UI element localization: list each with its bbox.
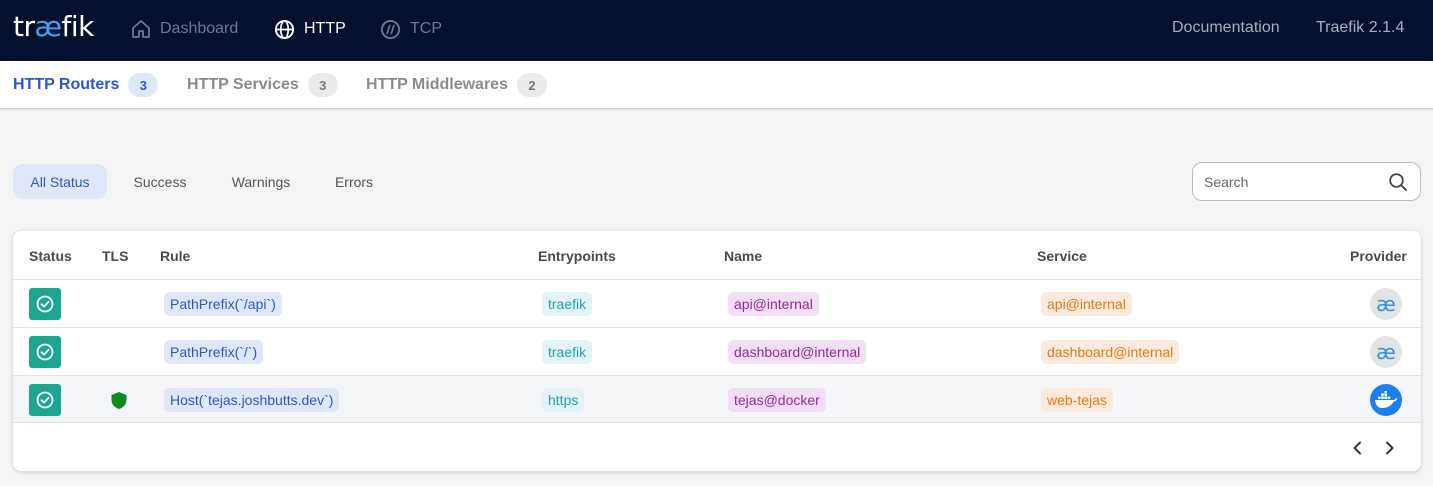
documentation-link[interactable]: Documentation bbox=[1172, 19, 1280, 37]
search-input[interactable] bbox=[1204, 172, 1384, 192]
version-label: Traefik 2.1.4 bbox=[1316, 19, 1405, 36]
traefik-logo[interactable]: træfik bbox=[13, 10, 94, 43]
service-chip: api@internal bbox=[1041, 292, 1132, 316]
header-status[interactable]: Status bbox=[29, 248, 72, 264]
header-entrypoints[interactable]: Entrypoints bbox=[538, 248, 616, 264]
router-name-chip: dashboard@internal bbox=[728, 340, 867, 364]
table-row[interactable]: Host(`tejas.joshbutts.dev`) https tejas@… bbox=[13, 375, 1421, 423]
success-status-icon bbox=[29, 336, 61, 368]
chevron-right-icon bbox=[1386, 441, 1394, 455]
home-icon bbox=[132, 20, 150, 38]
tls-shield-icon bbox=[110, 391, 128, 415]
header-service[interactable]: Service bbox=[1037, 248, 1087, 264]
top-navbar: træfik Dashboard HTTP TCP Documentation … bbox=[0, 0, 1433, 61]
success-status-icon bbox=[29, 288, 61, 320]
previous-page-button[interactable] bbox=[1347, 438, 1367, 458]
nav-http[interactable]: HTTP bbox=[274, 17, 346, 41]
rule-chip: PathPrefix(`/api`) bbox=[164, 292, 282, 316]
entrypoint-chip: traefik bbox=[542, 292, 593, 316]
entrypoint-chip: traefik bbox=[542, 340, 593, 364]
rule-chip: Host(`tejas.joshbutts.dev`) bbox=[164, 388, 340, 412]
tab-http-services[interactable]: HTTP Services 3 bbox=[187, 73, 338, 97]
count-badge: 3 bbox=[307, 73, 338, 97]
service-chip: web-tejas bbox=[1041, 388, 1113, 412]
tab-http-routers[interactable]: HTTP Routers 3 bbox=[13, 73, 159, 97]
nav-dashboard[interactable]: Dashboard bbox=[131, 17, 238, 41]
rule-chip: PathPrefix(`/`) bbox=[164, 340, 264, 364]
tcp-icon bbox=[380, 19, 401, 39]
filter-all-status[interactable]: All Status bbox=[13, 164, 107, 199]
count-badge: 2 bbox=[516, 73, 547, 97]
header-name[interactable]: Name bbox=[724, 248, 762, 264]
internal-provider-icon: æ bbox=[1370, 288, 1402, 320]
filter-success[interactable]: Success bbox=[120, 164, 200, 199]
router-name-chip: tejas@docker bbox=[728, 388, 826, 412]
next-page-button[interactable] bbox=[1380, 438, 1400, 458]
table-row[interactable]: PathPrefix(`/api`) traefik api@internal … bbox=[13, 279, 1421, 327]
success-status-icon bbox=[29, 384, 61, 416]
chevron-left-icon bbox=[1353, 441, 1361, 455]
routers-table: Status TLS Rule Entrypoints Name Service… bbox=[13, 231, 1421, 471]
header-provider[interactable]: Provider bbox=[1350, 248, 1407, 264]
tab-http-middlewares[interactable]: HTTP Middlewares 2 bbox=[366, 73, 547, 97]
internal-provider-icon: æ bbox=[1370, 336, 1402, 368]
entrypoint-chip: https bbox=[542, 388, 585, 412]
filter-warnings[interactable]: Warnings bbox=[216, 164, 306, 199]
docker-provider-icon bbox=[1370, 384, 1402, 416]
router-name-chip: api@internal bbox=[728, 292, 819, 316]
nav-tcp[interactable]: TCP bbox=[380, 17, 442, 41]
header-tls[interactable]: TLS bbox=[102, 248, 128, 264]
globe-icon bbox=[274, 19, 295, 39]
filter-errors[interactable]: Errors bbox=[322, 164, 386, 199]
count-badge: 3 bbox=[128, 73, 159, 97]
search-box bbox=[1192, 162, 1421, 201]
table-row[interactable]: PathPrefix(`/`) traefik dashboard@intern… bbox=[13, 327, 1421, 375]
header-rule[interactable]: Rule bbox=[160, 248, 190, 264]
section-tabs: HTTP Routers 3 HTTP Services 3 HTTP Middle… bbox=[0, 61, 1433, 109]
service-chip: dashboard@internal bbox=[1041, 340, 1180, 364]
search-icon[interactable] bbox=[1388, 172, 1408, 192]
